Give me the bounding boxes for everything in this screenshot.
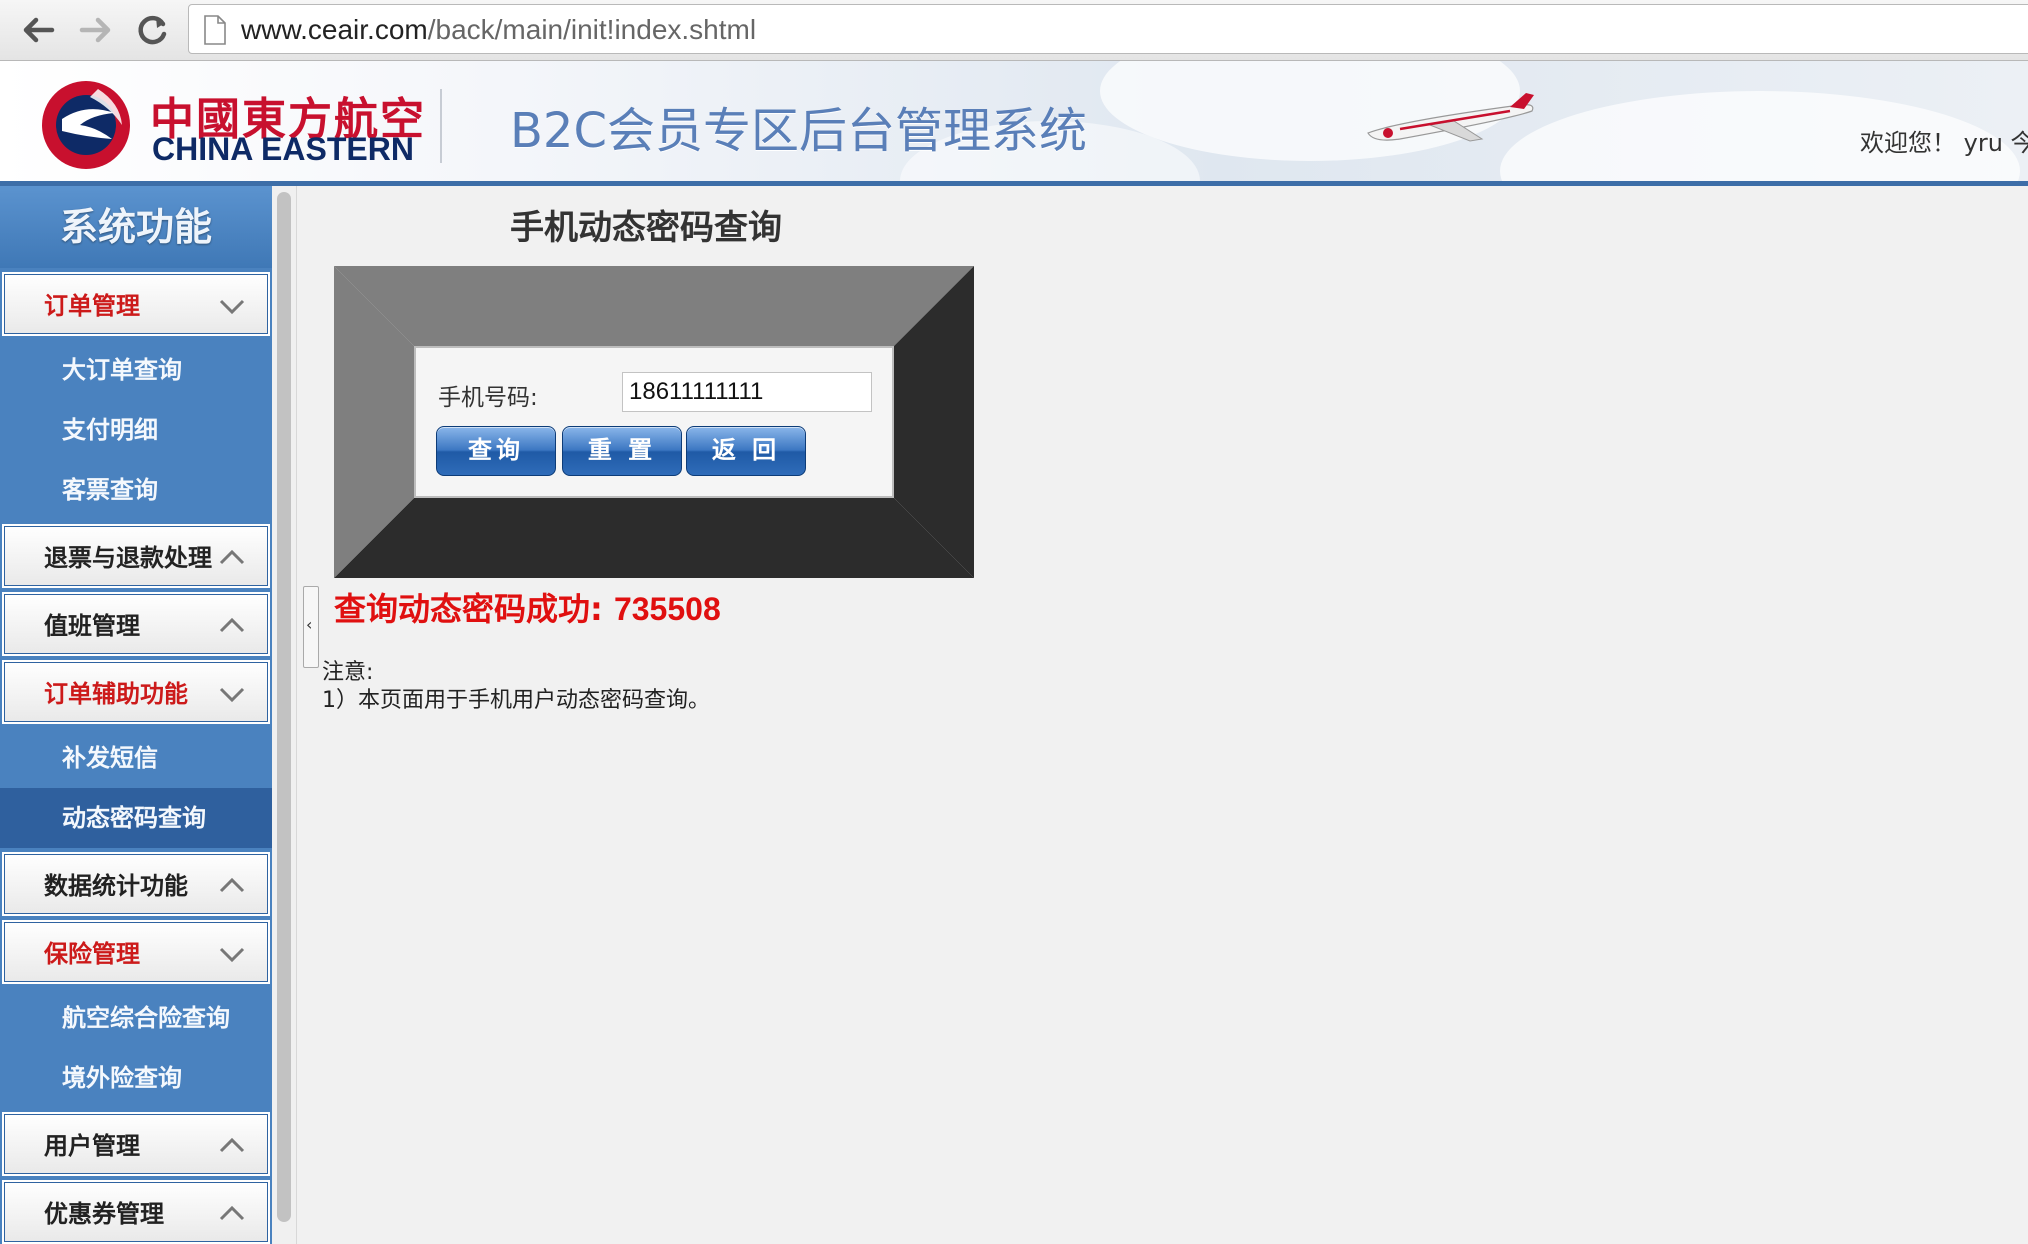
note-line: 1）本页面用于手机用户动态密码查询。 — [322, 688, 710, 713]
page-icon — [204, 15, 226, 45]
menu-section-coupon-management[interactable]: 优惠券管理 — [2, 1180, 270, 1244]
header-rule — [0, 181, 2028, 186]
china-eastern-logo-icon — [42, 81, 130, 169]
menu-section-label: 订单辅助功能 — [44, 680, 188, 708]
menu-section-label: 值班管理 — [44, 612, 140, 640]
chevron-down-icon — [219, 947, 245, 963]
menu-section-label: 数据统计功能 — [44, 872, 188, 900]
result-code: 735508 — [613, 591, 721, 627]
chevron-down-icon — [219, 687, 245, 703]
menu-section-statistics[interactable]: 数据统计功能 — [2, 852, 270, 916]
sidebar-scrollbar[interactable] — [272, 186, 297, 1244]
chevron-left-icon: ‹ — [306, 615, 313, 634]
sidebar: 系统功能 订单管理 大订单查询 支付明细 客票查询 退票与退款处理 值班管理 订… — [0, 186, 273, 1244]
logo-english-text: CHINA EASTERN — [152, 131, 414, 167]
menu-item-ticket-query[interactable]: 客票查询 — [0, 460, 272, 520]
chevron-up-icon — [219, 1205, 245, 1221]
forward-arrow-icon[interactable] — [74, 8, 118, 52]
back-button[interactable]: 返 回 — [686, 426, 806, 476]
logo-divider — [440, 89, 442, 163]
phone-input[interactable] — [622, 372, 872, 412]
menu-item-resend-sms[interactable]: 补发短信 — [0, 728, 272, 788]
sidebar-title: 系统功能 — [0, 186, 272, 268]
back-arrow-icon[interactable] — [16, 8, 60, 52]
site-header: 中國東方航空 CHINA EASTERN B2C会员专区后台管理系统 欢迎您！ … — [0, 61, 2028, 181]
query-button[interactable]: 查询 — [436, 426, 556, 476]
welcome-text: 欢迎您！ yru 今 — [1860, 129, 2028, 157]
reload-icon[interactable] — [130, 8, 174, 52]
menu-item-overseas-insurance-query[interactable]: 境外险查询 — [0, 1048, 272, 1108]
url-path: /back/main/init!index.shtml — [427, 14, 757, 45]
chevron-down-icon — [219, 299, 245, 315]
browser-toolbar: www.ceair.com/back/main/init!index.shtml — [0, 0, 2028, 61]
menu-section-refund-processing[interactable]: 退票与退款处理 — [2, 524, 270, 588]
url-text: www.ceair.com/back/main/init!index.shtml — [241, 14, 756, 46]
page-title: 手机动态密码查询 — [510, 208, 782, 248]
menu-section-label: 保险管理 — [44, 940, 140, 968]
menu-section-label: 优惠券管理 — [44, 1200, 164, 1228]
system-title: B2C会员专区后台管理系统 — [510, 103, 1087, 159]
scrollbar-thumb[interactable] — [277, 192, 291, 1222]
menu-item-large-order-query[interactable]: 大订单查询 — [0, 340, 272, 400]
menu-item-aviation-insurance-query[interactable]: 航空综合险查询 — [0, 988, 272, 1048]
reset-button[interactable]: 重 置 — [562, 426, 682, 476]
chevron-up-icon — [219, 1137, 245, 1153]
menu-item-dynamic-password-query[interactable]: 动态密码查询 — [0, 788, 272, 848]
menu-item-payment-details[interactable]: 支付明细 — [0, 400, 272, 460]
url-domain: www.ceair.com — [241, 14, 428, 45]
menu-section-order-auxiliary[interactable]: 订单辅助功能 — [2, 660, 270, 724]
phone-label: 手机号码: — [438, 385, 538, 411]
result-prefix: 查询动态密码成功: — [334, 590, 603, 628]
menu-section-insurance-management[interactable]: 保险管理 — [2, 920, 270, 984]
airplane-icon — [1367, 93, 1534, 142]
menu-section-duty-management[interactable]: 值班管理 — [2, 592, 270, 656]
result-message: 查询动态密码成功: 735508 — [334, 584, 721, 630]
chevron-up-icon — [219, 617, 245, 633]
menu-section-order-management[interactable]: 订单管理 — [2, 272, 270, 336]
address-bar[interactable]: www.ceair.com/back/main/init!index.shtml — [188, 4, 2028, 54]
query-form: 手机号码: 查询 重 置 返 回 — [414, 346, 894, 498]
chevron-up-icon — [219, 877, 245, 893]
menu-section-label: 用户管理 — [44, 1132, 140, 1160]
chevron-up-icon — [219, 549, 245, 565]
menu-section-label: 订单管理 — [44, 292, 140, 320]
menu-section-label: 退票与退款处理 — [44, 544, 212, 572]
menu-section-user-management[interactable]: 用户管理 — [2, 1112, 270, 1176]
sidebar-collapse-handle[interactable]: ‹ — [303, 586, 319, 668]
